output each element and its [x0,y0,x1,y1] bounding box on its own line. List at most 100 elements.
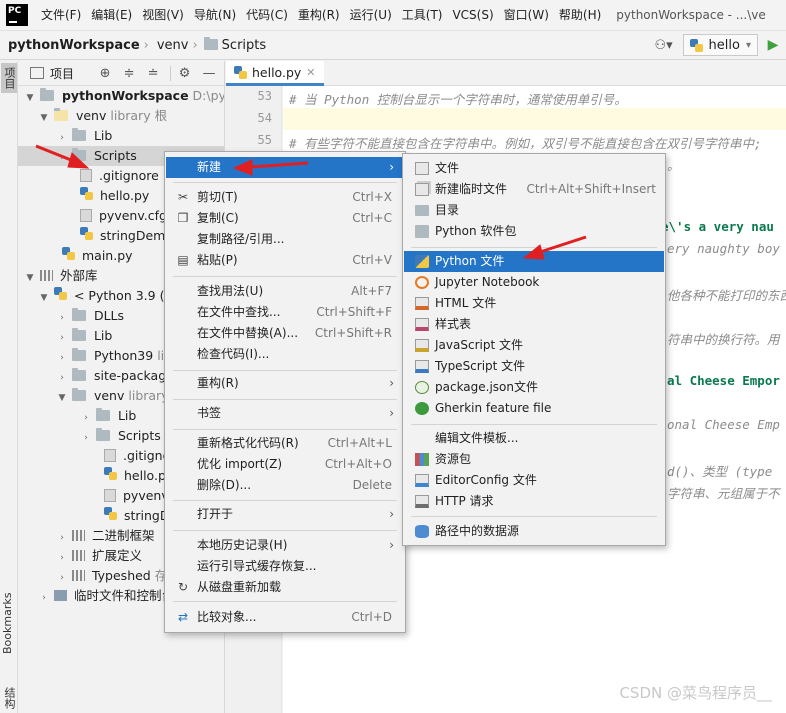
menu-item-reformat-code[interactable]: 重新格式化代码(R) Ctrl+Alt+L [166,433,404,454]
python-file-icon [415,255,429,268]
menu-tools[interactable]: 工具(T) [397,0,448,31]
menu-item-cut[interactable]: ✂ 剪切(T) Ctrl+X [166,187,404,208]
project-view-icon [30,67,44,79]
run-icon[interactable]: ▶ [764,37,782,53]
project-header: 项目 ⊕ ≑ ≐ ⚙ — [18,61,224,86]
menu-item-optimize-imports[interactable]: 优化 import(Z) Ctrl+Alt+O [166,454,404,475]
submenu-item-datasource[interactable]: 路径中的数据源 [404,521,664,542]
menu-item-compare-with[interactable]: ⇄ 比较对象... Ctrl+D [166,607,404,628]
menu-navigate[interactable]: 导航(N) [189,0,241,31]
submenu-item-editorconfig[interactable]: EditorConfig 文件 [404,470,664,491]
menu-vcs[interactable]: VCS(S) [447,0,498,31]
submenu-item-edit-templates[interactable]: 编辑文件模板... [404,428,664,449]
python-icon [689,38,703,52]
chevron-right-icon: › [60,573,64,583]
tree-item-path: D:\pytho [192,88,224,103]
menu-help[interactable]: 帮助(H) [554,0,606,31]
breadcrumb-folder-icon [203,36,218,53]
tree-item-label: pyvenv.cfg [98,208,167,223]
breadcrumb-separator-icon: › [143,37,149,53]
submenu-item-http-request[interactable]: HTTP 请求 [404,491,664,512]
menu-item-bookmarks[interactable]: 书签 › [166,403,404,424]
menu-item-local-history[interactable]: 本地历史记录(H) › [166,535,404,556]
tree-item-lib[interactable]: › Lib [18,126,224,146]
chevron-right-icon: › [60,373,64,383]
stripe-tab-project[interactable]: 项目 [1,63,17,93]
python-file-icon [104,467,117,480]
submenu-item-resource-bundle[interactable]: 资源包 [404,449,664,470]
code-line: onal Cheese Emp [667,417,780,432]
submenu-item-file[interactable]: 文件 [404,158,664,179]
menu-item-open-in[interactable]: 打开于 › [166,504,404,525]
menu-item-paste[interactable]: ▤ 粘贴(P) Ctrl+V [166,250,404,271]
menu-item-new[interactable]: 新建 › [166,157,404,178]
folder-icon [71,128,86,141]
submenu-item-python-file[interactable]: Python 文件 [404,251,664,272]
menu-item-delete[interactable]: 删除(D)... Delete [166,475,404,496]
menu-file[interactable]: 文件(F) [36,0,86,31]
chevron-right-icon: › [389,376,394,390]
tree-item-project-root[interactable]: ▼ pythonWorkspace D:\pytho [18,86,224,106]
datasource-icon [415,525,429,538]
breadcrumb-project[interactable]: pythonWorkspace [8,38,140,53]
code-line: 。 [667,158,680,173]
menu-window[interactable]: 窗口(W) [499,0,554,31]
submenu-item-javascript-file[interactable]: JavaScript 文件 [404,335,664,356]
navigation-bar: pythonWorkspace › venv › Scripts ⚇▾ hell… [0,31,786,60]
submenu-item-scratch-file[interactable]: 新建临时文件 Ctrl+Alt+Shift+Insert [404,179,664,200]
menu-refactor[interactable]: 重构(R) [293,0,345,31]
pycharm-logo-icon: PC [6,4,28,26]
menu-item-replace-in-files[interactable]: 在文件中替换(A)... Ctrl+Shift+R [166,323,404,344]
breadcrumb-scripts[interactable]: Scripts [222,38,266,53]
new-submenu: 文件 新建临时文件 Ctrl+Alt+Shift+Insert 目录 Python… [402,153,666,546]
submenu-item-stylesheet[interactable]: 样式表 [404,314,664,335]
run-configuration-select[interactable]: hello ▾ [682,34,758,56]
submenu-item-typescript-file[interactable]: TypeScript 文件 [404,356,664,377]
submenu-item-html-file[interactable]: HTML 文件 [404,293,664,314]
tree-item-note: library 根 [110,108,168,123]
menu-item-copy[interactable]: ❐ 复制(C) Ctrl+C [166,208,404,229]
submenu-item-python-package[interactable]: Python 软件包 [404,221,664,242]
menu-run[interactable]: 运行(U) [345,0,397,31]
menu-view[interactable]: 视图(V) [137,0,189,31]
tree-item-venv[interactable]: ▼ venv library 根 [18,106,224,126]
expand-all-icon[interactable]: ≑ [122,66,136,81]
menu-item-copy-path[interactable]: 复制路径/引用... [166,229,404,250]
tree-item-label: pythonWorkspace [61,88,189,103]
project-title[interactable]: 项目 [50,65,74,82]
menu-code[interactable]: 代码(C) [241,0,293,31]
breadcrumb-venv[interactable]: venv [157,38,189,53]
submenu-item-gherkin[interactable]: Gherkin feature file [404,398,664,419]
submenu-item-directory[interactable]: 目录 [404,200,664,221]
tree-item-label: Typeshed [91,568,151,583]
user-menu-icon[interactable]: ⚇▾ [651,34,677,56]
python-file-icon [80,227,93,240]
folder-icon [415,205,429,216]
tree-item-label: .gitignore [98,168,159,183]
submenu-item-package-json[interactable]: package.json文件 [404,377,664,398]
window-title: pythonWorkspace - ...\ve [616,8,766,22]
caret-line [283,108,786,130]
tree-item-note: library [128,388,169,403]
menu-item-find-in-files[interactable]: 在文件中查找... Ctrl+Shift+F [166,302,404,323]
close-icon[interactable]: ✕ [306,66,315,79]
folder-icon [71,388,86,401]
code-line: 字符串、元组属于不 [667,486,780,501]
menu-item-reload-from-disk[interactable]: ↻ 从磁盘重新加载 [166,577,404,598]
menu-item-refactor[interactable]: 重构(R) › [166,373,404,394]
gear-icon[interactable]: ⚙ [170,65,192,81]
locate-icon[interactable]: ⊕ [98,66,112,81]
chevron-down-icon: ▼ [26,273,34,283]
line-number: 55 [257,133,272,147]
collapse-all-icon[interactable]: ≐ [146,66,160,81]
menu-edit[interactable]: 编辑(E) [86,0,137,31]
menu-item-inspect-code[interactable]: 检查代码(I)... [166,344,404,365]
tab-hello-py[interactable]: hello.py ✕ [226,61,324,86]
tree-item-label: venv [93,388,125,403]
menu-item-repair-ide[interactable]: 运行引导式缓存恢复... [166,556,404,577]
hide-icon[interactable]: — [202,66,216,81]
submenu-item-jupyter-notebook[interactable]: Jupyter Notebook [404,272,664,293]
menu-item-find-usages[interactable]: 查找用法(U) Alt+F7 [166,281,404,302]
stripe-tab-bookmarks[interactable]: Bookmarks [1,591,17,655]
stripe-tab-structure[interactable]: 结构 [1,683,17,713]
